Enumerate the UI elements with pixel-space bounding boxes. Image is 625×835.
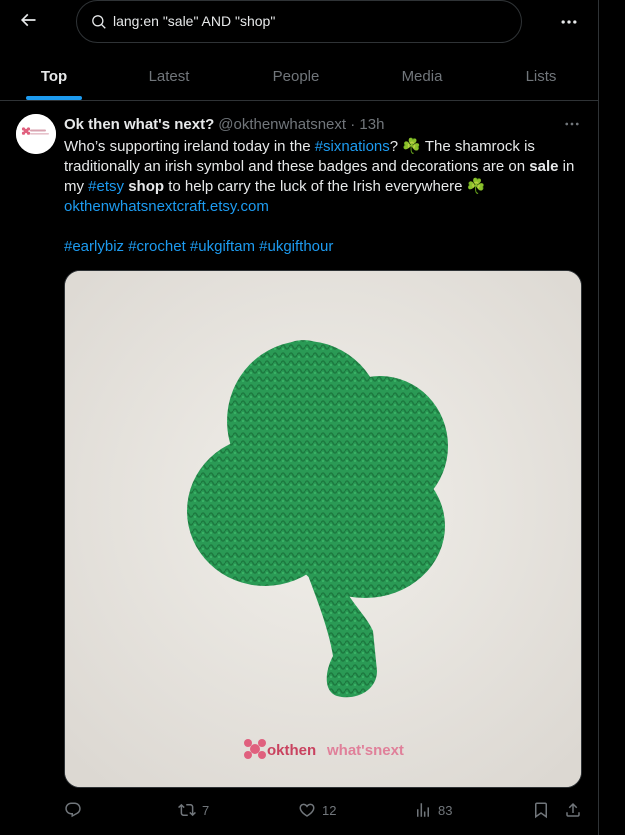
bookmark-icon [535,802,547,819]
tab-people[interactable]: People [256,52,336,100]
tab-label: Top [40,67,68,85]
search-box[interactable]: lang:en "sale" AND "shop" [76,0,522,43]
more-icon [561,20,577,24]
tweet-header: Ok then what's next? @okthenwhatsnext · 1… [64,116,384,133]
tab-label: Lists [525,67,557,85]
tweet-text: Who’s supporting ireland today in the #s… [64,137,584,257]
views-icon [417,803,429,817]
author-name[interactable]: Ok then what's next? [64,116,214,133]
active-tab-indicator [26,96,82,100]
column-divider [598,0,599,835]
hashtag-link[interactable]: #ukgifthour [259,238,333,255]
tab-label: People [272,67,320,85]
like-count: 12 [322,802,337,818]
tweet-more-button[interactable] [561,114,583,134]
hashtag-link[interactable]: #etsy [88,178,124,195]
shamrock-emoji: ☘️ [466,178,486,195]
reply-icon [65,802,81,818]
tab-latest[interactable]: Latest [129,52,209,100]
watermark-part1: okthen [267,742,316,759]
more-options-button[interactable] [556,10,582,34]
back-button[interactable] [14,6,42,34]
shamrock-emoji: ☘️ [402,138,421,155]
highlighted-term: sale [529,158,559,175]
views-button[interactable]: 83 [414,796,452,824]
tab-label: Media [401,67,443,85]
like-icon [299,803,315,817]
tweet-media[interactable]: okthen what'snext [64,270,582,788]
tab-media[interactable]: Media [382,52,462,100]
hashtag-link[interactable]: #earlybiz [64,238,124,255]
text-segment: ? [389,138,403,155]
tweet-actions: 7 12 83 [0,796,598,824]
repost-count: 7 [202,802,210,818]
more-icon [565,122,579,126]
tab-label: Latest [148,67,190,85]
author-handle-time[interactable]: @okthenwhatsnext · 13h [218,116,384,133]
like-button[interactable]: 12 [298,796,336,824]
hashtag-link[interactable]: #ukgiftam [190,238,255,255]
text-segment: to help carry the luck of the Irish ever… [164,178,467,195]
view-count: 83 [438,802,453,818]
repost-button[interactable]: 7 [178,796,209,824]
tab-top[interactable]: Top [14,52,94,100]
text-segment: Who’s supporting ireland today in the [64,138,315,155]
crochet-shamrock-photo: okthen what'snext [65,271,581,787]
tweet[interactable]: Ok then what's next? @okthenwhatsnext · 1… [0,101,598,835]
bookmark-button[interactable] [532,796,550,824]
search-tabs: Top Latest People Media Lists [0,52,598,101]
tab-lists[interactable]: Lists [501,52,581,100]
share-button[interactable] [564,796,582,824]
back-arrow-icon [20,13,36,27]
watermark-part2: what'snext [326,742,404,759]
reply-button[interactable] [64,796,82,824]
hashtag-link[interactable]: #crochet [128,238,186,255]
search-input[interactable]: lang:en "sale" AND "shop" [113,13,275,29]
search-icon [92,15,106,29]
highlighted-term: shop [128,178,165,195]
repost-icon [178,803,196,817]
url-link[interactable]: okthenwhatsnextcraft.etsy.com [64,198,269,215]
hashtag-link[interactable]: #sixnations [315,138,390,155]
top-bar: lang:en "sale" AND "shop" [0,0,598,44]
avatar-logo-image [16,114,56,154]
share-icon [566,802,580,817]
avatar[interactable] [16,114,56,154]
